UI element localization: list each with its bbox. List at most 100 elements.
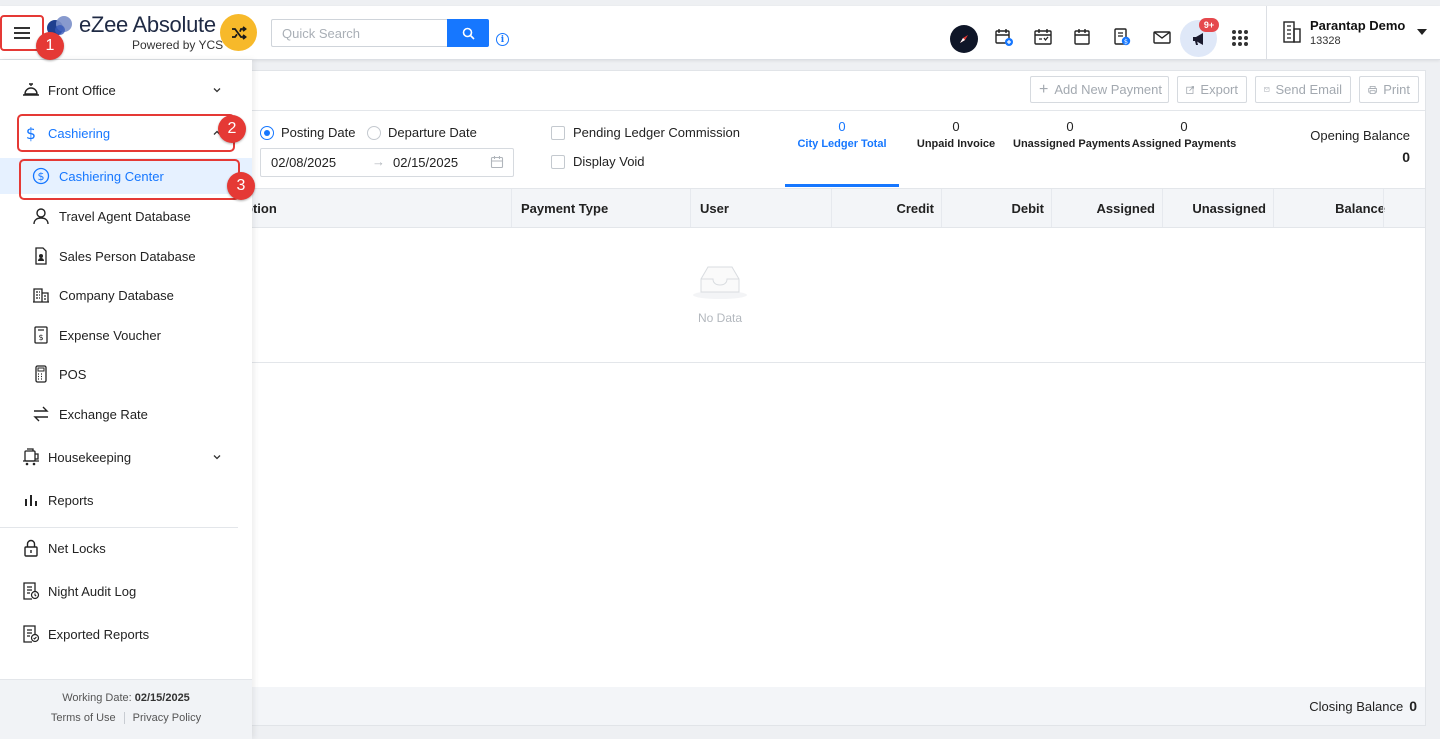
- invoice-button[interactable]: $: [1112, 27, 1132, 47]
- column-credit[interactable]: Credit: [896, 201, 934, 216]
- send-email-button[interactable]: Send Email: [1255, 76, 1351, 103]
- column-unassigned[interactable]: Unassigned: [1192, 201, 1266, 216]
- posting-date-radio[interactable]: Posting Date: [260, 125, 355, 140]
- nav-exchange-rate[interactable]: Exchange Rate: [0, 396, 252, 432]
- nav-night-audit-log[interactable]: Night Audit Log: [0, 572, 252, 610]
- nav-housekeeping[interactable]: Housekeeping: [0, 438, 252, 476]
- column-user[interactable]: User: [700, 201, 729, 216]
- nav-sales-person-database[interactable]: Sales Person Database: [0, 238, 252, 274]
- info-icon[interactable]: i: [496, 33, 509, 46]
- mail-icon: [1153, 31, 1171, 44]
- print-button[interactable]: Print: [1359, 76, 1419, 103]
- display-void-label: Display Void: [573, 154, 645, 169]
- nav-travel-agent-database-label: Travel Agent Database: [59, 208, 191, 224]
- stat-label: Assigned Payments: [1131, 138, 1237, 150]
- stat-city-ledger-total[interactable]: 0 City Ledger Total: [785, 119, 899, 150]
- nav-night-audit-log-label: Night Audit Log: [48, 583, 137, 599]
- mail-button[interactable]: [1152, 27, 1172, 47]
- dollar-icon: $: [25, 123, 37, 143]
- calendar-icon: [490, 156, 504, 169]
- sidebar-divider: [0, 527, 238, 528]
- person-icon: [32, 207, 50, 225]
- opening-balance-value: 0: [1402, 149, 1410, 165]
- brand-name: eZee Absolute: [79, 12, 216, 37]
- display-void-checkbox[interactable]: Display Void: [551, 154, 645, 169]
- side-navigation: Front Office $ Cashiering $ Cashiering C…: [0, 60, 252, 739]
- footer-links: Terms of Use Privacy Policy: [0, 712, 252, 724]
- arrow-right-icon: →: [372, 154, 385, 169]
- stat-value: 0: [1066, 119, 1074, 134]
- pending-ledger-commission-label: Pending Ledger Commission: [573, 125, 740, 140]
- export-button[interactable]: Export: [1177, 76, 1247, 103]
- nav-pos[interactable]: POS: [0, 356, 252, 392]
- privacy-policy-link[interactable]: Privacy Policy: [123, 712, 209, 724]
- closing-balance: Closing Balance 0: [1309, 698, 1417, 714]
- terms-of-use-link[interactable]: Terms of Use: [43, 712, 124, 724]
- pending-ledger-commission-checkbox[interactable]: Pending Ledger Commission: [551, 125, 740, 140]
- stat-assigned-payments[interactable]: 0 Assigned Payments: [1128, 119, 1240, 150]
- exported-report-icon: [22, 625, 40, 643]
- date-range-picker[interactable]: 02/08/2025 → 02/15/2025: [260, 148, 514, 177]
- column-assigned[interactable]: Assigned: [1096, 201, 1155, 216]
- working-date-label: Working Date:: [62, 692, 132, 704]
- nav-company-database-label: Company Database: [59, 287, 174, 303]
- nav-housekeeping-label: Housekeeping: [48, 449, 132, 465]
- nav-net-locks[interactable]: Net Locks: [0, 529, 252, 567]
- active-tab-indicator: [785, 184, 899, 187]
- opening-balance: Opening Balance 0: [1310, 128, 1410, 165]
- compass-icon: [960, 35, 968, 43]
- column-payment-type[interactable]: Payment Type: [521, 201, 608, 216]
- column-debit[interactable]: Debit: [1012, 201, 1045, 216]
- mail-icon: [1264, 87, 1270, 92]
- nav-travel-agent-database[interactable]: Travel Agent Database: [0, 198, 252, 234]
- quick-search-input[interactable]: [271, 19, 447, 47]
- nav-expense-voucher[interactable]: $ Expense Voucher: [0, 317, 252, 353]
- add-new-payment-button[interactable]: + Add New Payment: [1030, 76, 1169, 103]
- nav-front-office[interactable]: Front Office: [0, 71, 252, 109]
- date-to: 02/15/2025: [393, 155, 459, 170]
- step-2-badge: 2: [218, 115, 246, 143]
- step-3-badge: 3: [227, 172, 255, 200]
- stat-unassigned-payments[interactable]: 0 Unassigned Payments: [1013, 119, 1130, 150]
- voucher-icon: $: [32, 326, 50, 344]
- switch-property-button[interactable]: [220, 14, 257, 51]
- top-header: eZee Absolute Powered by YCS i: [0, 6, 1440, 60]
- bar-chart-icon: [22, 491, 40, 509]
- housekeeping-cart-icon: [22, 448, 40, 466]
- checkbox-icon: [551, 125, 565, 140]
- nav-reports[interactable]: Reports: [0, 481, 252, 519]
- nav-front-office-label: Front Office: [48, 82, 116, 98]
- shuffle-icon: [231, 25, 247, 40]
- chevron-down-icon: [213, 455, 221, 460]
- hamburger-icon: [14, 27, 30, 39]
- search-icon: [462, 27, 475, 40]
- nav-cashiering-label: Cashiering: [48, 125, 111, 141]
- departure-date-radio[interactable]: Departure Date: [367, 125, 477, 140]
- building-icon: [32, 286, 50, 304]
- send-email-label: Send Email: [1275, 82, 1342, 97]
- posting-date-label: Posting Date: [281, 125, 356, 140]
- nav-exchange-rate-label: Exchange Rate: [59, 406, 148, 422]
- search-button[interactable]: [447, 19, 489, 47]
- lock-icon: [22, 539, 40, 557]
- calendar-add-button[interactable]: [994, 27, 1014, 47]
- apps-grid-icon[interactable]: [1232, 30, 1248, 46]
- dollar-circle-icon: $: [32, 167, 50, 185]
- nav-cashiering[interactable]: $ Cashiering: [0, 114, 252, 152]
- nav-company-database[interactable]: Company Database: [0, 277, 252, 313]
- compass-button[interactable]: [950, 25, 978, 53]
- stat-unpaid-invoice[interactable]: 0 Unpaid Invoice: [900, 119, 1012, 150]
- column-balance[interactable]: Balance: [1335, 201, 1385, 216]
- calendar-button[interactable]: [1072, 27, 1092, 47]
- property-selector[interactable]: Parantap Demo 13328: [1266, 6, 1440, 60]
- nav-exported-reports[interactable]: Exported Reports: [0, 615, 252, 653]
- brand-logo[interactable]: eZee Absolute Powered by YCS: [46, 12, 223, 52]
- notification-badge: 9+: [1199, 18, 1219, 32]
- nav-cashiering-center[interactable]: $ Cashiering Center: [0, 158, 252, 194]
- building-icon: [1283, 21, 1301, 43]
- property-id: 13328: [1310, 35, 1341, 47]
- calendar-check-button[interactable]: [1033, 27, 1053, 47]
- sidebar-footer: Working Date: 02/15/2025 Terms of Use Pr…: [0, 679, 252, 739]
- property-name: Parantap Demo: [1310, 18, 1406, 33]
- opening-balance-label: Opening Balance: [1310, 128, 1410, 143]
